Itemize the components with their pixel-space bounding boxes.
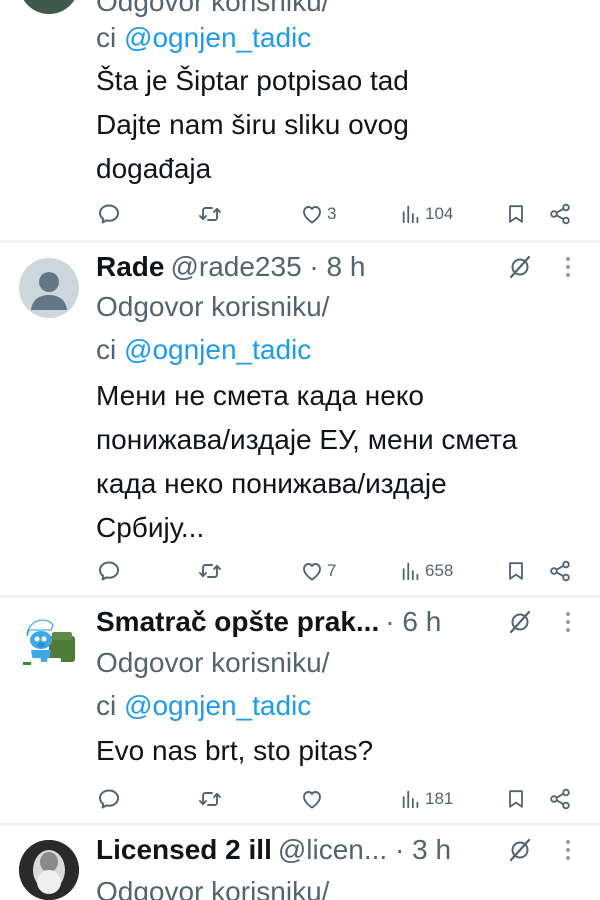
bookmark-icon: [505, 787, 527, 811]
retweet-icon: [198, 787, 222, 811]
avatar[interactable]: [19, 258, 79, 318]
views-icon: [400, 788, 422, 810]
share-button[interactable]: [548, 784, 572, 814]
tweet-text: Šta je Šiptar potpisao tad Dajte nam šir…: [96, 59, 590, 191]
bookmark-icon: [505, 559, 527, 583]
tweet-text: Мени не смета када неко понижава/издаје …: [96, 374, 590, 550]
mention-link[interactable]: @ognjen_tadic: [124, 334, 311, 365]
action-bar: 3 104: [0, 199, 600, 229]
views-button[interactable]: 104: [400, 199, 453, 229]
share-icon: [548, 202, 572, 226]
divider: [0, 240, 600, 243]
author-name[interactable]: Rade: [96, 251, 164, 283]
tweet-text-line: Србију...: [96, 512, 205, 543]
grok-icon[interactable]: [509, 253, 531, 281]
retweet-button[interactable]: [198, 199, 222, 229]
views-count: 181: [425, 789, 454, 808]
mention-link[interactable]: @ognjen_tadic: [124, 690, 311, 721]
heart-icon: [300, 202, 324, 226]
retweet-icon: [198, 202, 222, 226]
share-button[interactable]: [548, 199, 572, 229]
reply-button[interactable]: [97, 199, 121, 229]
share-icon: [548, 559, 572, 583]
views-button[interactable]: 658: [400, 556, 453, 586]
tweet-text-line: Evo nas brt, sto pitas?: [96, 735, 374, 766]
reply-button[interactable]: [97, 784, 121, 814]
bookmark-button[interactable]: [505, 199, 527, 229]
divider: [0, 823, 600, 826]
like-button[interactable]: [300, 784, 327, 814]
more-vertical-icon[interactable]: [560, 838, 576, 862]
tweet-text: Evo nas brt, sto pitas?: [96, 729, 590, 773]
retweet-button[interactable]: [198, 556, 222, 586]
reply-prefix: ci: [96, 690, 117, 721]
reply-context: Odgovor korisniku/: [96, 643, 329, 683]
more-vertical-icon[interactable]: [560, 255, 576, 279]
author-handle-time[interactable]: @rade235 · 8 h: [170, 251, 365, 283]
comment-icon: [97, 787, 121, 811]
more-vertical-icon[interactable]: [560, 610, 576, 634]
reply-context: Odgovor korisniku/: [96, 287, 329, 327]
default-avatar-icon: [31, 272, 67, 310]
author-handle-time[interactable]: @licen... · 3 h: [278, 834, 451, 866]
author-name[interactable]: Licensed 2 ill: [96, 834, 272, 866]
like-count: 7: [327, 561, 337, 580]
heart-icon: [300, 787, 324, 811]
action-bar: 7 658: [0, 556, 600, 586]
reply-label: Odgovor korisniku/: [96, 647, 330, 678]
share-icon: [548, 787, 572, 811]
retweet-icon: [198, 559, 222, 583]
like-button[interactable]: 3: [300, 199, 336, 229]
comment-icon: [97, 559, 121, 583]
portrait-avatar-icon: [19, 840, 79, 900]
bookmark-button[interactable]: [505, 784, 527, 814]
reply-context: ci @ognjen_tadic: [96, 686, 311, 726]
author-name[interactable]: Smatrač opšte prak...: [96, 606, 379, 638]
reply-label: Odgovor korisniku/: [96, 0, 330, 17]
tweet[interactable]: Licensed 2 ill @licen... · 3 h Odgovor k…: [0, 828, 600, 900]
bookmark-icon: [505, 202, 527, 226]
share-button[interactable]: [548, 556, 572, 586]
views-count: 658: [425, 561, 454, 580]
like-count: 3: [327, 204, 337, 223]
tweet-text-line: Мени не смета када неко: [96, 380, 424, 411]
avatar[interactable]: [19, 610, 79, 670]
views-button[interactable]: 181: [400, 784, 453, 814]
bookmark-button[interactable]: [505, 556, 527, 586]
reply-context: Odgovor korisniku/: [96, 872, 329, 900]
tweet-text-line: Šta je Šiptar potpisao tad: [96, 65, 409, 96]
mention-link[interactable]: @ognjen_tadic: [124, 22, 311, 53]
grok-icon[interactable]: [509, 836, 531, 864]
views-count: 104: [425, 204, 454, 223]
reply-context: ci @ognjen_tadic: [96, 330, 311, 370]
reply-prefix: ci: [96, 22, 117, 53]
smurf-avatar-icon: [23, 619, 75, 665]
reply-context: ci @ognjen_tadic: [96, 18, 311, 58]
tweet[interactable]: Rade @rade235 · 8 h Odgovor korisniku/ c…: [0, 245, 600, 595]
post-time[interactable]: · 6 h: [385, 606, 441, 638]
views-icon: [400, 560, 422, 582]
tweet[interactable]: Odgovor korisniku/ ci @ognjen_tadic Šta …: [0, 0, 600, 240]
grok-icon[interactable]: [509, 608, 531, 636]
tweet-text-line: Dajte nam širu sliku ovog: [96, 109, 409, 140]
like-button[interactable]: 7: [300, 556, 336, 586]
reply-label: Odgovor korisniku/: [96, 876, 330, 900]
tweet[interactable]: Smatrač opšte prak... · 6 h Odgovor kori…: [0, 600, 600, 822]
retweet-button[interactable]: [198, 784, 222, 814]
avatar[interactable]: [19, 0, 79, 14]
action-bar: 181: [0, 784, 600, 814]
reply-prefix: ci: [96, 334, 117, 365]
tweet-text-line: када неко понижава/издаје: [96, 468, 447, 499]
tweet-text-line: događaja: [96, 153, 212, 184]
tweet-text-line: понижава/издаје ЕУ, мени смета: [96, 424, 518, 455]
divider: [0, 595, 600, 598]
heart-icon: [300, 559, 324, 583]
reply-label: Odgovor korisniku/: [96, 291, 330, 322]
views-icon: [400, 203, 422, 225]
comment-icon: [97, 202, 121, 226]
reply-button[interactable]: [97, 556, 121, 586]
avatar[interactable]: [19, 840, 79, 900]
